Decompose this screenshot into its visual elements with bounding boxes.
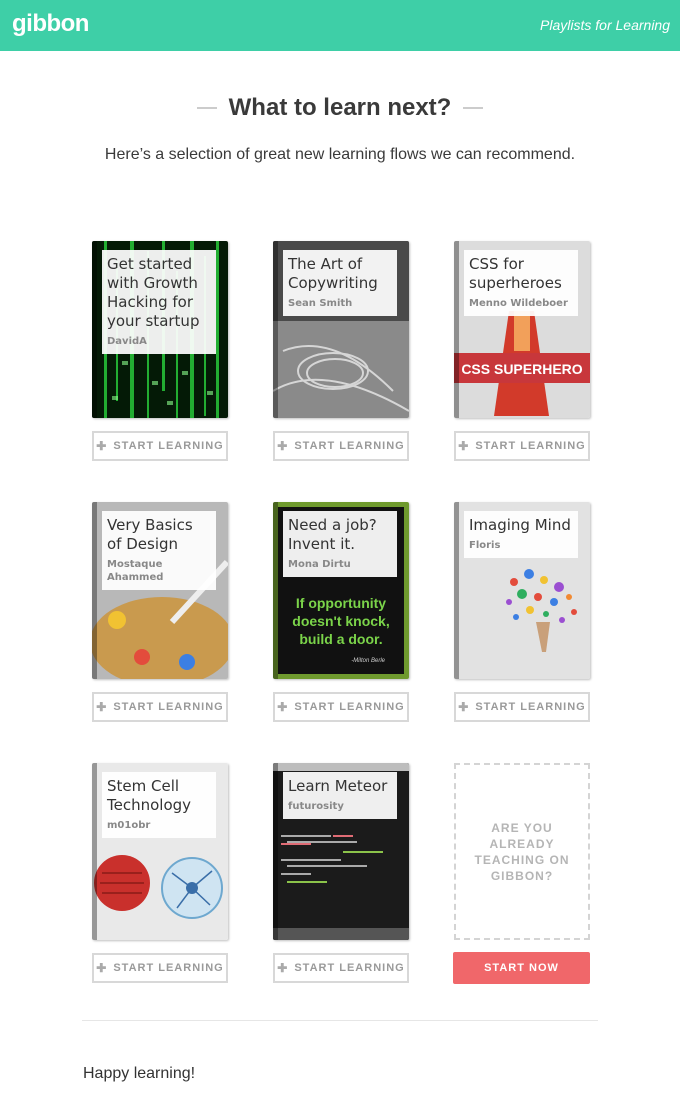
card-label: Very Basics of Design Mostaque Ahammed [102,511,216,590]
card-label: Get started with Growth Hacking for your… [102,250,216,354]
section-heading: What to learn next? [0,92,680,124]
card-label: Learn Meteor futurosity [283,772,397,819]
button-label: START LEARNING [294,440,405,452]
card-cover-stem-cell[interactable]: Stem Cell Technology m01obr [92,763,228,940]
start-learning-button[interactable]: ✚ START LEARNING [273,431,409,461]
plus-icon: ✚ [277,439,289,453]
start-learning-button[interactable]: ✚ START LEARNING [273,692,409,722]
card-title: Very Basics of Design [107,516,193,553]
card-spine [454,502,459,679]
card-spine [454,241,459,418]
card-label: The Art of Copywriting Sean Smith [283,250,397,316]
signoff-text: Happy learning! [83,1065,196,1082]
start-learning-button[interactable]: ✚ START LEARNING [454,431,590,461]
cover-quote-line-2: doesn't knock, [292,613,389,629]
start-now-button[interactable]: START NOW [453,952,590,984]
heading-dash-left [196,107,217,109]
card-spine [92,502,97,679]
cover-quote-line-3: build a door. [299,631,382,647]
card-cover-design[interactable]: Very Basics of Design Mostaque Ahammed [92,502,228,679]
start-learning-button[interactable]: ✚ START LEARNING [273,953,409,983]
card-spine [273,763,278,940]
card-title: Stem Cell Technology [107,777,192,814]
button-label: START LEARNING [475,440,586,452]
card-cover-growth-hacking[interactable]: Get started with Growth Hacking for your… [92,241,228,418]
card-title: Need a job? Invent it. [288,516,377,553]
card-author: Sean Smith [288,298,353,309]
gibbon-logo[interactable]: gibbon [12,10,89,38]
plus-icon: ✚ [96,700,108,714]
plus-icon: ✚ [458,700,470,714]
teach-on-gibbon-box[interactable]: ARE YOU ALREADY TEACHING ON GIBBON? [454,763,590,940]
card-title: Imaging Mind [469,516,571,534]
card-label: Stem Cell Technology m01obr [102,772,216,838]
plus-icon: ✚ [96,961,108,975]
card-title: Learn Meteor [288,777,388,795]
card-spine [92,763,97,940]
card-label: Need a job? Invent it. Mona Dirtu [283,511,397,577]
plus-icon: ✚ [96,439,108,453]
start-learning-button[interactable]: ✚ START LEARNING [92,692,228,722]
button-label: START LEARNING [294,701,405,713]
card-cover-imaging-mind[interactable]: Imaging Mind Floris [454,502,590,679]
css-superhero-cover-text: CSS SUPERHERO [461,361,582,377]
card-spine [273,241,278,418]
card-spine [273,502,278,679]
header-bar: gibbon Playlists for Learning [0,0,680,51]
cover-quote-line-1: If opportunity [296,595,386,611]
plus-icon: ✚ [277,961,289,975]
card-label: CSS for superheroes Menno Wildeboer [464,250,578,316]
start-learning-button[interactable]: ✚ START LEARNING [92,431,228,461]
button-label: START LEARNING [113,701,224,713]
card-cover-meteor[interactable]: Learn Meteor futurosity [273,763,409,940]
button-label: START LEARNING [113,962,224,974]
start-learning-button[interactable]: ✚ START LEARNING [454,692,590,722]
card-author: futurosity [288,801,344,812]
button-label: START LEARNING [475,701,586,713]
card-cover-copywriting[interactable]: The Art of Copywriting Sean Smith [273,241,409,418]
card-label: Imaging Mind Floris [464,511,578,558]
card-cover-css-superheroes[interactable]: CSS SUPERHERO CSS for superheroes Menno … [454,241,590,418]
card-title: CSS for superheroes [469,255,562,292]
card-title: The Art of Copywriting [288,255,378,292]
teach-prompt: ARE YOU ALREADY TEACHING ON GIBBON? [474,820,570,883]
card-spine [92,241,97,418]
card-title: Get started with Growth Hacking for your… [107,255,200,330]
button-label: START LEARNING [113,440,224,452]
card-author: Floris [469,540,501,551]
heading-dash-right [463,107,484,109]
card-author: DavidA [107,336,147,347]
card-author: Menno Wildeboer [469,298,568,309]
cover-quote-credit: -Milton Berle [351,658,385,664]
tagline: Playlists for Learning [540,17,670,33]
card-author: Mostaque Ahammed [107,559,164,583]
page-title: What to learn next? [228,94,452,121]
divider [82,1020,598,1021]
card-cover-need-a-job[interactable]: If opportunity doesn't knock, build a do… [273,502,409,679]
card-author: Mona Dirtu [288,559,351,570]
page-subtitle: Here’s a selection of great new learning… [104,146,576,163]
button-label: START LEARNING [294,962,405,974]
card-author: m01obr [107,820,151,831]
start-learning-button[interactable]: ✚ START LEARNING [92,953,228,983]
plus-icon: ✚ [458,439,470,453]
plus-icon: ✚ [277,700,289,714]
